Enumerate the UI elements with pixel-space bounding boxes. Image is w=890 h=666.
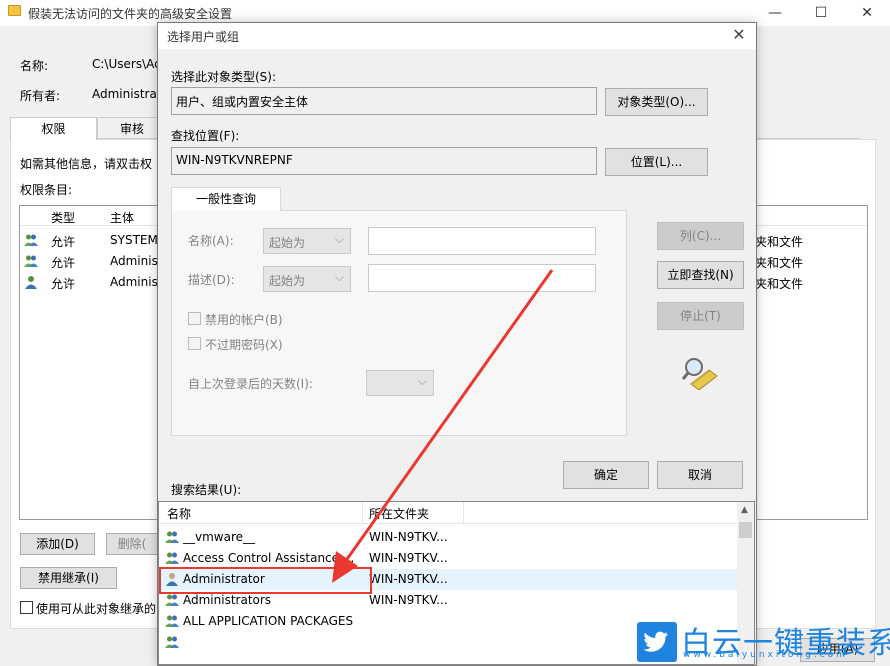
replace-permissions-label: 使用可从此对象继承的	[36, 602, 157, 616]
dialog-title: 选择用户或组	[167, 30, 240, 44]
common-queries-panel: 名称(A): 起始为 ⌵ 描述(D): 起始为 ⌵ 禁用的帐户(B) 不过期密码…	[171, 210, 627, 436]
highlight-box	[159, 567, 372, 594]
maximize-button[interactable]: ☐	[798, 0, 844, 26]
owner-label: 所有者:	[20, 89, 61, 103]
result-name: Access Control Assistance ...	[183, 551, 355, 565]
query-name-label: 名称(A):	[188, 234, 234, 248]
scroll-thumb[interactable]	[739, 522, 752, 538]
chevron-down-icon: ⌵	[417, 374, 427, 388]
location-field: WIN-N9TKVNREPNF	[171, 147, 597, 175]
days-since-logon-select[interactable]: ⌵	[366, 370, 434, 396]
add-button[interactable]: 添加(D)	[20, 533, 95, 555]
entry-type: 允许	[51, 277, 76, 291]
chevron-down-icon: ⌵	[334, 270, 344, 284]
bg-window-title: 假装无法访问的文件夹的高级安全设置	[28, 7, 233, 21]
dialog-title-bar: 选择用户或组 ✕	[158, 23, 756, 49]
tab-common-queries[interactable]: 一般性查询	[171, 187, 281, 211]
entry-type: 允许	[51, 235, 76, 249]
object-types-button[interactable]: 对象类型(O)...	[605, 88, 708, 116]
cancel-button[interactable]: 取消	[657, 461, 743, 489]
remove-button[interactable]: 删除(	[106, 533, 158, 555]
table-row[interactable]: Access Control Assistance ... WIN-N9TKV.…	[159, 548, 739, 569]
result-folder: WIN-N9TKV...	[369, 530, 448, 544]
twitter-bird-logo	[637, 622, 677, 662]
non-expiring-checkbox[interactable]	[188, 337, 201, 350]
disable-inheritance-button[interactable]: 禁用继承(I)	[20, 567, 117, 589]
dialog-close-button[interactable]: ✕	[727, 24, 751, 48]
group-icon	[165, 636, 179, 648]
entries-label: 权限条目:	[20, 183, 73, 197]
name-mode-value: 起始为	[269, 236, 306, 250]
non-expiring-label: 不过期密码(X)	[205, 338, 283, 352]
tab-permissions[interactable]: 权限	[10, 117, 97, 140]
close-button[interactable]: ✕	[844, 0, 890, 26]
group-icon	[165, 615, 179, 627]
group-icon	[165, 594, 179, 606]
name-value: C:\Users\Ac	[92, 57, 161, 71]
user-icon	[25, 276, 37, 289]
column-type[interactable]: 类型	[51, 209, 75, 226]
query-desc-input[interactable]	[368, 264, 596, 292]
entry-principal: SYSTEM	[110, 233, 158, 247]
replace-permissions-checkbox[interactable]	[20, 601, 33, 614]
watermark: 白云一键重装系统 www.baiyunxitong.com	[637, 620, 890, 666]
entry-applies: 夹和文件	[755, 256, 804, 270]
table-row[interactable]: __vmware__ WIN-N9TKV...	[159, 527, 739, 548]
result-name: __vmware__	[183, 530, 256, 544]
group-icon	[24, 255, 38, 267]
entry-principal: Adminis	[110, 275, 158, 289]
ok-button[interactable]: 确定	[563, 461, 649, 489]
chevron-down-icon: ⌵	[334, 232, 344, 246]
search-icon	[681, 358, 718, 390]
disabled-accounts-label: 禁用的帐户(B)	[205, 313, 283, 327]
column-principal[interactable]: 主体	[110, 209, 134, 226]
result-folder: WIN-N9TKV...	[369, 593, 448, 607]
search-results-label: 搜索结果(U):	[171, 483, 242, 497]
query-desc-label: 描述(D):	[188, 273, 235, 287]
result-folder: WIN-N9TKV...	[369, 551, 448, 565]
object-type-field: 用户、组或内置安全主体	[171, 87, 597, 115]
column-folder[interactable]: 所在文件夹	[369, 505, 429, 522]
watermark-url: www.baiyunxitong.com	[683, 650, 848, 660]
entry-applies: 夹和文件	[755, 277, 804, 291]
desc-mode-value: 起始为	[269, 274, 306, 288]
name-mode-select[interactable]: 起始为 ⌵	[263, 228, 351, 254]
columns-button[interactable]: 列(C)...	[657, 222, 744, 250]
location-label: 查找位置(F):	[171, 129, 240, 143]
desc-mode-select[interactable]: 起始为 ⌵	[263, 266, 351, 292]
group-icon	[165, 552, 179, 564]
locations-button[interactable]: 位置(L)...	[605, 148, 708, 176]
entry-applies: 夹和文件	[755, 235, 804, 249]
info-text: 如需其他信息，请双击权	[20, 157, 153, 171]
disabled-accounts-checkbox[interactable]	[188, 312, 201, 325]
query-name-input[interactable]	[368, 227, 596, 255]
days-since-logon-label: 自上次登录后的天数(I):	[188, 377, 313, 391]
minimize-button[interactable]: —	[752, 0, 798, 26]
group-icon	[165, 531, 179, 543]
result-name: ALL APPLICATION PACKAGES	[183, 614, 354, 628]
entry-principal: Adminis	[110, 254, 158, 268]
name-label: 名称:	[20, 59, 49, 73]
result-folder: WIN-N9TKV...	[369, 572, 448, 586]
column-divider[interactable]	[463, 502, 464, 524]
object-type-label: 选择此对象类型(S):	[171, 70, 277, 84]
results-header: 名称 所在文件夹	[159, 502, 754, 524]
result-name: Administrators	[183, 593, 272, 607]
stop-button[interactable]: 停止(T)	[657, 302, 744, 330]
find-now-button[interactable]: 立即查找(N)	[657, 261, 744, 289]
column-divider[interactable]	[362, 502, 363, 524]
group-icon	[24, 234, 38, 246]
folder-icon	[8, 5, 21, 16]
entry-type: 允许	[51, 256, 76, 270]
column-name[interactable]: 名称	[167, 505, 191, 522]
owner-value: Administra	[92, 87, 157, 101]
scroll-up-icon[interactable]: ▲	[741, 505, 748, 515]
